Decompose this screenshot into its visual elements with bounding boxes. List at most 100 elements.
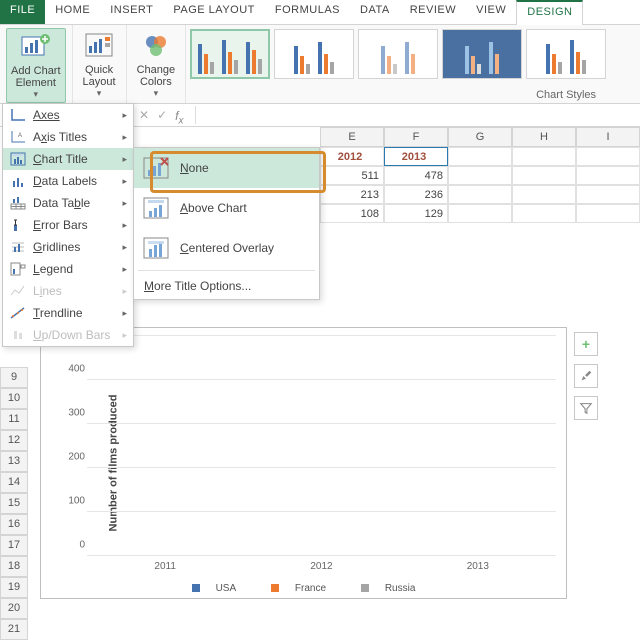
cell[interactable]: 511 xyxy=(320,166,384,185)
chart-styles-button[interactable] xyxy=(574,364,598,388)
chart-y-axis: 0 100 200 300 400 500 xyxy=(71,336,85,556)
row-header[interactable]: 13 xyxy=(0,451,28,472)
tab-page-layout[interactable]: PAGE LAYOUT xyxy=(163,0,265,24)
x-category-label: 2013 xyxy=(423,561,532,572)
chart-style-2[interactable] xyxy=(274,29,354,79)
cell[interactable] xyxy=(576,147,640,166)
tab-file[interactable]: FILE xyxy=(0,0,45,24)
ytick: 400 xyxy=(68,364,85,375)
col-header-e[interactable]: E xyxy=(320,127,384,147)
quick-layout-button[interactable]: Quick Layout xyxy=(79,28,120,101)
row-header[interactable]: 16 xyxy=(0,514,28,535)
quick-layout-icon xyxy=(83,30,115,62)
centered-overlay-icon xyxy=(142,234,170,262)
chart-style-1[interactable] xyxy=(190,29,270,79)
col-header-i[interactable]: I xyxy=(576,127,640,147)
cell[interactable] xyxy=(512,204,576,223)
table-header-2012[interactable]: 2012 xyxy=(320,147,384,166)
cell[interactable] xyxy=(448,166,512,185)
change-colors-label: Change Colors xyxy=(137,64,176,88)
cell[interactable] xyxy=(512,166,576,185)
ribbon: Add Chart Element Quick Layout Change Co… xyxy=(0,25,640,104)
cell[interactable] xyxy=(512,185,576,204)
data-table-icon xyxy=(9,195,27,211)
add-chart-element-button[interactable]: Add Chart Element xyxy=(6,28,66,103)
menu-updown-bars: Up/Down Bars▸ xyxy=(3,324,133,346)
above-chart-icon xyxy=(142,194,170,222)
chart-plot-area: 201120122013 xyxy=(87,336,556,556)
cell[interactable] xyxy=(448,204,512,223)
embedded-chart[interactable]: Number of films produced 0 100 200 300 4… xyxy=(40,327,567,599)
cell[interactable] xyxy=(576,185,640,204)
row-header[interactable]: 9 xyxy=(0,367,28,388)
gridlines-icon xyxy=(9,239,27,255)
chart-elements-button[interactable]: + xyxy=(574,332,598,356)
row-header[interactable]: 18 xyxy=(0,556,28,577)
legend-icon xyxy=(9,261,27,277)
add-chart-element-menu: Axes▸ AAxis Titles▸ Chart Title▸ Data La… xyxy=(2,103,134,347)
legend-france: France xyxy=(295,583,326,594)
menu-data-labels[interactable]: Data Labels▸ xyxy=(3,170,133,192)
submenu-centered-overlay[interactable]: Centered Overlay xyxy=(134,228,319,268)
menu-legend[interactable]: Legend▸ xyxy=(3,258,133,280)
menu-data-table[interactable]: Data Table▸ xyxy=(3,192,133,214)
svg-text:A: A xyxy=(18,133,22,139)
cell[interactable] xyxy=(512,147,576,166)
cell[interactable]: 108 xyxy=(320,204,384,223)
menu-lines: Lines▸ xyxy=(3,280,133,302)
cell[interactable]: 478 xyxy=(384,166,448,185)
tab-insert[interactable]: INSERT xyxy=(100,0,163,24)
row-header[interactable]: 20 xyxy=(0,598,28,619)
menu-error-bars[interactable]: Error Bars▸ xyxy=(3,214,133,236)
col-header-g[interactable]: G xyxy=(448,127,512,147)
cell[interactable] xyxy=(576,166,640,185)
cell[interactable] xyxy=(448,147,512,166)
submenu-more-title-options[interactable]: More Title Options... xyxy=(134,273,319,299)
menu-chart-title[interactable]: Chart Title▸ xyxy=(3,148,133,170)
cell[interactable]: 129 xyxy=(384,204,448,223)
tab-view[interactable]: VIEW xyxy=(466,0,516,24)
cell[interactable] xyxy=(576,204,640,223)
x-category-label: 2012 xyxy=(267,561,376,572)
col-header-f[interactable]: F xyxy=(384,127,448,147)
row-header[interactable]: 21 xyxy=(0,619,28,640)
tab-data[interactable]: DATA xyxy=(350,0,400,24)
chart-style-3[interactable] xyxy=(358,29,438,79)
cancel-icon[interactable]: ✕ xyxy=(139,108,149,122)
chart-filter-button[interactable] xyxy=(574,396,598,420)
table-header-2013[interactable]: 2013 xyxy=(384,147,448,166)
data-labels-icon xyxy=(9,173,27,189)
legend-russia: Russia xyxy=(385,583,416,594)
row-header[interactable]: 15 xyxy=(0,493,28,514)
tab-design[interactable]: DESIGN xyxy=(516,0,583,25)
chart-style-5[interactable] xyxy=(526,29,606,79)
row-header[interactable]: 10 xyxy=(0,388,28,409)
menu-axes[interactable]: Axes▸ xyxy=(3,104,133,126)
row-header[interactable]: 19 xyxy=(0,577,28,598)
menu-axis-titles[interactable]: AAxis Titles▸ xyxy=(3,126,133,148)
axes-icon xyxy=(9,107,27,123)
change-colors-button[interactable]: Change Colors xyxy=(133,28,180,101)
enter-icon[interactable]: ✓ xyxy=(157,108,167,122)
row-header[interactable]: 14 xyxy=(0,472,28,493)
col-header-h[interactable]: H xyxy=(512,127,576,147)
submenu-none[interactable]: None xyxy=(134,148,319,188)
menu-trendline[interactable]: Trendline▸ xyxy=(3,302,133,324)
fx-icon[interactable]: fx xyxy=(175,109,187,121)
cell[interactable] xyxy=(448,185,512,204)
chart-style-4[interactable] xyxy=(442,29,522,79)
tab-review[interactable]: REVIEW xyxy=(400,0,466,24)
formula-input[interactable] xyxy=(195,106,640,124)
cell[interactable]: 213 xyxy=(320,185,384,204)
tab-formulas[interactable]: FORMULAS xyxy=(265,0,350,24)
row-header[interactable]: 17 xyxy=(0,535,28,556)
tab-home[interactable]: HOME xyxy=(45,0,100,24)
cell[interactable]: 236 xyxy=(384,185,448,204)
row-header[interactable]: 11 xyxy=(0,409,28,430)
row-header[interactable]: 12 xyxy=(0,430,28,451)
trendline-icon xyxy=(9,305,27,321)
ribbon-tabs: FILE HOME INSERT PAGE LAYOUT FORMULAS DA… xyxy=(0,0,640,25)
x-category-label: 2011 xyxy=(110,561,219,572)
submenu-above-chart[interactable]: Above Chart xyxy=(134,188,319,228)
menu-gridlines[interactable]: Gridlines▸ xyxy=(3,236,133,258)
